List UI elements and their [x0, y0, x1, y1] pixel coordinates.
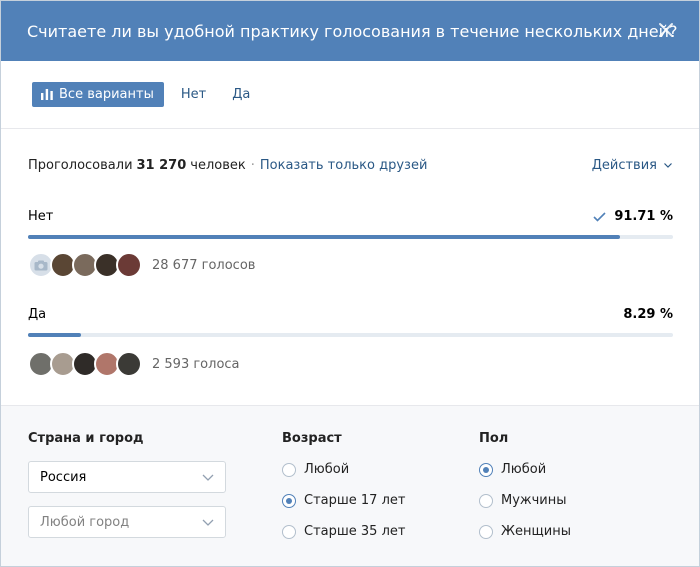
sex-filter-title: Пол — [479, 431, 509, 446]
tab-yes[interactable]: Да — [232, 87, 250, 102]
voter-count: 31 270 — [136, 158, 187, 173]
avatar — [116, 252, 142, 278]
tab-all-options[interactable]: Все варианты — [32, 82, 164, 107]
filters-panel: Страна и город Россия Любой город Возрас… — [1, 405, 699, 566]
radio-label: Мужчины — [501, 493, 567, 508]
poll-results-modal: Считаете ли вы удобной практику голосова… — [0, 0, 700, 567]
voters-row[interactable]: 2 593 голоса — [28, 351, 240, 377]
radio-circle — [479, 493, 493, 508]
option-percent: 91.71 % — [593, 209, 673, 224]
poll-option-no: Нет 91.71 % 28 677 голосов — [28, 209, 673, 289]
age-radio-over-35[interactable]: Старше 35 лет — [282, 524, 405, 539]
chevron-down-icon — [202, 474, 214, 481]
voted-prefix: Проголосовали — [28, 158, 133, 173]
age-radio-over-17[interactable]: Старше 17 лет — [282, 493, 405, 508]
result-bar-track — [28, 333, 673, 337]
radio-circle — [479, 524, 493, 539]
vote-count: 28 677 голосов — [152, 257, 256, 273]
actions-label: Действия — [591, 158, 657, 173]
radio-circle — [282, 462, 296, 477]
poll-question-title: Считаете ли вы удобной практику голосова… — [27, 21, 678, 41]
voted-suffix: человек — [190, 158, 246, 173]
option-label: Нет — [28, 209, 54, 224]
answer-filter-tabs: Все варианты Нет Да — [1, 61, 699, 129]
radio-circle — [282, 524, 296, 539]
bar-chart-icon — [41, 89, 53, 100]
separator-dot: · — [250, 158, 255, 173]
tab-no[interactable]: Нет — [181, 87, 206, 102]
check-icon — [593, 211, 606, 222]
tab-all-options-label: Все варианты — [59, 87, 154, 102]
option-label: Да — [28, 307, 47, 322]
poll-results: Проголосовали 31 270 человек · Показать … — [1, 129, 699, 405]
result-bar-track — [28, 235, 673, 239]
poll-option-yes: Да 8.29 % 2 593 голоса — [28, 307, 673, 387]
sex-radio-any[interactable]: Любой — [479, 462, 546, 477]
location-filter-title: Страна и город — [28, 431, 144, 446]
radio-label: Старше 17 лет — [304, 493, 406, 508]
result-bar-fill — [28, 333, 82, 337]
avatar — [116, 351, 142, 377]
radio-label: Любой — [501, 462, 547, 477]
sex-radio-female[interactable]: Женщины — [479, 524, 571, 539]
chevron-down-icon — [664, 163, 672, 168]
radio-label: Любой — [304, 462, 350, 477]
radio-label: Старше 35 лет — [304, 524, 406, 539]
close-icon[interactable] — [657, 21, 675, 39]
option-percent: 8.29 % — [623, 307, 673, 322]
modal-header: Считаете ли вы удобной практику голосова… — [1, 1, 699, 61]
country-select[interactable]: Россия — [28, 461, 226, 493]
chevron-down-icon — [202, 519, 214, 526]
city-select[interactable]: Любой город — [28, 506, 226, 538]
option-percent-text: 91.71 % — [614, 209, 673, 224]
result-bar-fill — [28, 235, 620, 239]
age-filter-title: Возраст — [282, 431, 342, 446]
radio-circle — [282, 493, 296, 508]
radio-circle — [479, 462, 493, 477]
vote-count: 2 593 голоса — [152, 356, 240, 372]
sex-radio-male[interactable]: Мужчины — [479, 493, 567, 508]
city-placeholder: Любой город — [40, 514, 130, 530]
actions-dropdown[interactable]: Действия — [592, 158, 672, 173]
option-percent-text: 8.29 % — [623, 307, 673, 322]
vote-summary: Проголосовали 31 270 человек · Показать … — [28, 158, 427, 173]
country-value: Россия — [40, 469, 87, 485]
radio-label: Женщины — [501, 524, 571, 539]
age-radio-any[interactable]: Любой — [282, 462, 349, 477]
show-friends-link[interactable]: Показать только друзей — [260, 158, 428, 173]
voters-row[interactable]: 28 677 голосов — [28, 252, 255, 278]
